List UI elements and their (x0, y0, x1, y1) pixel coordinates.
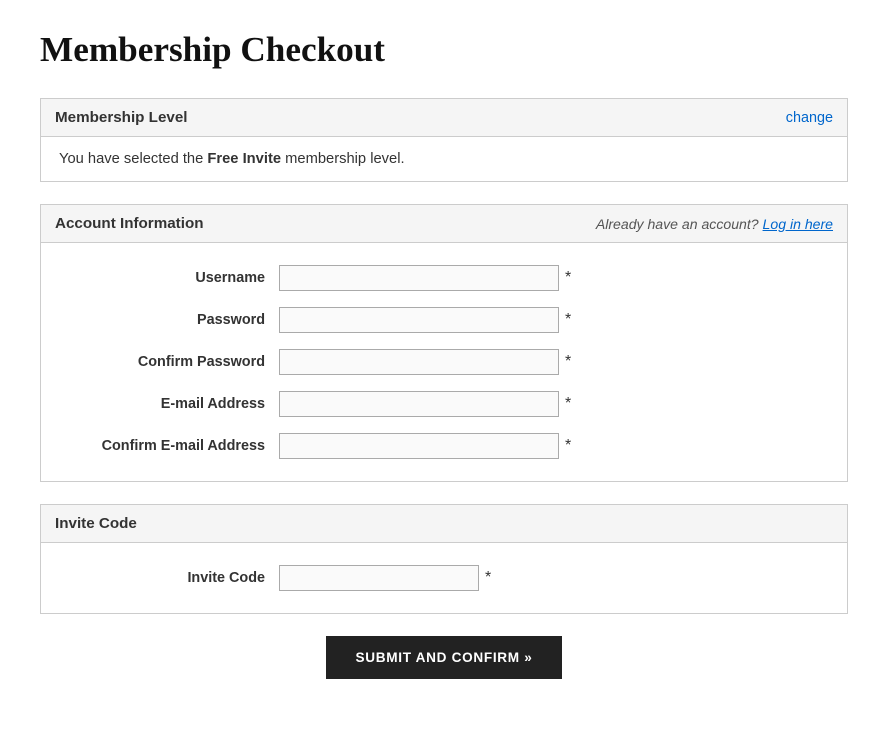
change-membership-link[interactable]: change (786, 110, 833, 126)
email-required: * (565, 395, 571, 413)
membership-level-title: Membership Level (55, 109, 188, 126)
password-input[interactable] (279, 307, 559, 333)
confirm-password-label: Confirm Password (79, 354, 279, 370)
username-input[interactable] (279, 265, 559, 291)
email-label: E-mail Address (79, 396, 279, 412)
account-section-body: Username * Password * Confirm Password *… (41, 243, 847, 481)
email-row: E-mail Address * (59, 383, 829, 425)
already-account-text: Already have an account? (596, 216, 759, 232)
submit-button[interactable]: SUBMIT AND CONFIRM » (326, 636, 563, 679)
invite-code-required: * (485, 569, 491, 587)
invite-code-body: Invite Code * (41, 543, 847, 613)
login-link[interactable]: Log in here (763, 216, 833, 232)
submit-wrap: SUBMIT AND CONFIRM » (40, 636, 848, 679)
invite-code-input[interactable] (279, 565, 479, 591)
membership-level-section: Membership Level change You have selecte… (40, 98, 848, 182)
confirm-password-input[interactable] (279, 349, 559, 375)
email-input[interactable] (279, 391, 559, 417)
username-label: Username (79, 270, 279, 286)
password-required: * (565, 311, 571, 329)
confirm-email-required: * (565, 437, 571, 455)
membership-desc-prefix: You have selected the (59, 151, 207, 167)
email-input-wrap: * (279, 391, 571, 417)
confirm-email-input[interactable] (279, 433, 559, 459)
invite-code-header: Invite Code (41, 505, 847, 543)
username-required: * (565, 269, 571, 287)
password-input-wrap: * (279, 307, 571, 333)
invite-code-section: Invite Code Invite Code * (40, 504, 848, 614)
invite-code-row: Invite Code * (59, 557, 829, 599)
login-prompt: Already have an account? Log in here (596, 216, 833, 232)
username-row: Username * (59, 257, 829, 299)
confirm-password-input-wrap: * (279, 349, 571, 375)
username-input-wrap: * (279, 265, 571, 291)
confirm-password-required: * (565, 353, 571, 371)
confirm-password-row: Confirm Password * (59, 341, 829, 383)
confirm-email-input-wrap: * (279, 433, 571, 459)
account-section-header: Account Information Already have an acco… (41, 205, 847, 243)
password-row: Password * (59, 299, 829, 341)
confirm-email-label: Confirm E-mail Address (79, 438, 279, 454)
password-label: Password (79, 312, 279, 328)
membership-desc-suffix: membership level. (281, 151, 405, 167)
invite-code-title: Invite Code (55, 515, 137, 532)
invite-code-label: Invite Code (79, 570, 279, 586)
account-section-title: Account Information (55, 215, 204, 232)
invite-code-input-wrap: * (279, 565, 491, 591)
membership-level-header: Membership Level change (41, 99, 847, 137)
confirm-email-row: Confirm E-mail Address * (59, 425, 829, 467)
membership-description: You have selected the Free Invite member… (59, 151, 829, 167)
membership-level-body: You have selected the Free Invite member… (41, 137, 847, 181)
membership-name: Free Invite (207, 151, 281, 167)
page-title: Membership Checkout (40, 30, 848, 70)
account-information-section: Account Information Already have an acco… (40, 204, 848, 482)
